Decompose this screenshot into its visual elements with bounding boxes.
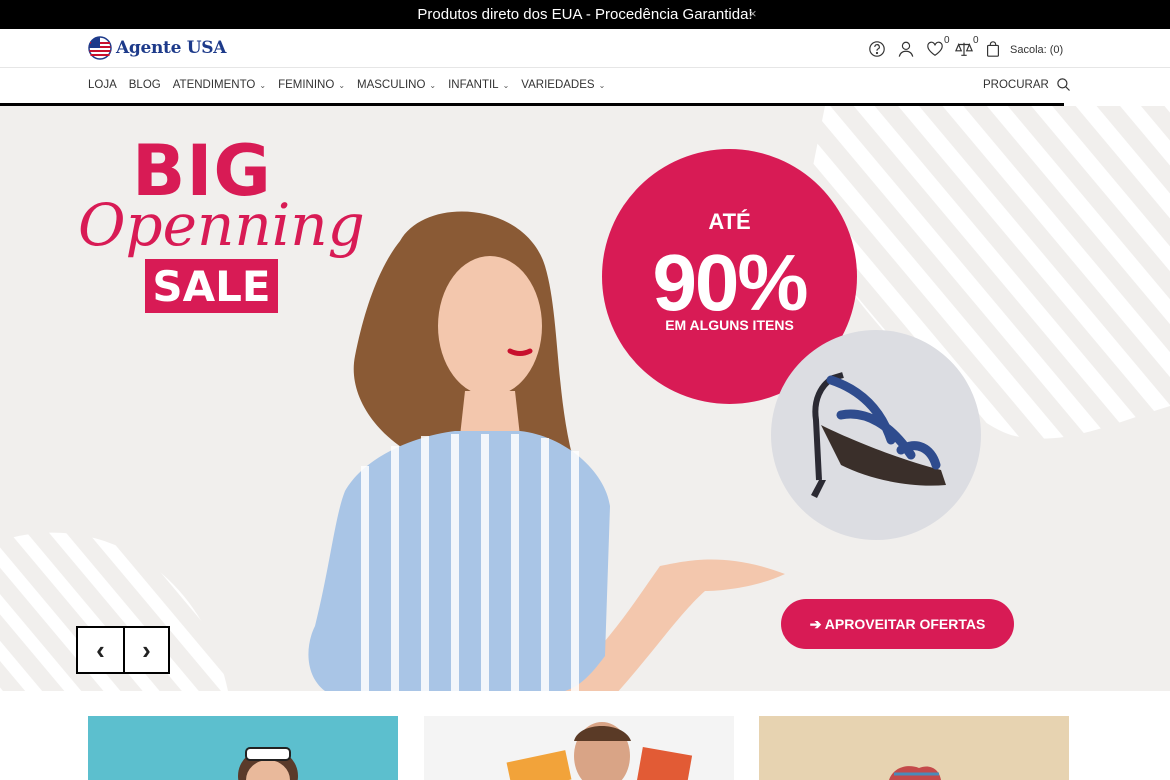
nav-item-blog[interactable]: BLOG: [129, 79, 161, 91]
nav-item-atendimento[interactable]: ATENDIMENTO ⌄: [173, 79, 266, 91]
category-image-2: [506, 722, 693, 780]
bag-label[interactable]: Sacola: (0): [1010, 44, 1063, 56]
announcement-bar: Produtos direto dos EUA - Procedência Ga…: [0, 0, 1170, 29]
header-icons: 0 0 Sacola: (0): [868, 35, 1063, 60]
promo-ate: ATÉ: [708, 209, 751, 234]
nav-item-label: ATENDIMENTO: [172, 79, 256, 91]
promo-percent: 90%: [652, 238, 808, 327]
search-label: PROCURAR: [983, 78, 1049, 91]
main-nav: LOJA BLOG ATENDIMENTO ⌄ FEMININO ⌄ MASCULINO ⌄ I…: [0, 68, 1170, 103]
nav-item-label: INFANTIL: [448, 79, 499, 91]
chevron-down-icon: ⌄: [338, 80, 346, 90]
category-image-3: [889, 766, 941, 780]
site-header: Agente USA 0 0 Sacola: (0): [0, 29, 1170, 68]
high-heel-shoe-image: [811, 372, 946, 498]
chevron-down-icon: ⌄: [429, 80, 437, 90]
nav-item-label: MASCULINO: [357, 79, 426, 91]
shop-offers-button[interactable]: ➔ APROVEITAR OFERTAS: [781, 599, 1014, 649]
category-card-2[interactable]: [424, 716, 734, 780]
bag-icon[interactable]: [984, 40, 1004, 60]
wishlist-count: 0: [944, 35, 950, 46]
chevron-down-icon: ⌄: [259, 80, 267, 90]
chevron-down-icon: ⌄: [502, 80, 510, 90]
slider-prev-button[interactable]: ‹: [78, 628, 123, 672]
help-icon[interactable]: [868, 40, 888, 60]
hero-sale-badge: SALE: [145, 259, 278, 313]
nav-item-label: BLOG: [128, 79, 161, 91]
compare-icon[interactable]: 0: [955, 35, 979, 60]
nav-item-loja[interactable]: LOJA: [88, 79, 117, 91]
search-button[interactable]: PROCURAR: [983, 77, 1071, 92]
compare-count: 0: [973, 35, 979, 46]
category-card-3[interactable]: [759, 716, 1069, 780]
slider-arrows: ‹ ›: [76, 626, 170, 674]
nav-items: LOJA BLOG ATENDIMENTO ⌄ FEMININO ⌄ MASCULINO ⌄ I…: [88, 79, 617, 91]
announcement-close-icon[interactable]: ×: [749, 6, 757, 21]
hero-slider: BIG Openning SALE ATÉ 90% EM ALGUNS ITEN…: [0, 106, 1170, 691]
shoe-image-circle: [771, 330, 981, 540]
logo[interactable]: Agente USA: [88, 36, 226, 60]
us-globe-icon: [88, 36, 112, 60]
wishlist-icon[interactable]: 0: [926, 35, 950, 60]
nav-item-label: FEMININO: [278, 79, 335, 91]
nav-item-infantil[interactable]: INFANTIL ⌄: [448, 79, 509, 91]
nav-item-feminino[interactable]: FEMININO ⌄: [278, 79, 345, 91]
nav-item-variedades[interactable]: VARIEDADES ⌄: [521, 79, 605, 91]
nav-item-masculino[interactable]: MASCULINO ⌄: [357, 79, 436, 91]
category-cards: [0, 716, 1170, 780]
search-icon: [1057, 78, 1070, 91]
logo-text: Agente USA: [116, 38, 227, 58]
nav-item-label: LOJA: [88, 79, 117, 91]
category-card-1[interactable]: [88, 716, 398, 780]
category-image-1: [238, 747, 298, 780]
nav-item-label: VARIEDADES: [521, 79, 595, 91]
chevron-down-icon: ⌄: [598, 80, 606, 90]
account-icon[interactable]: [897, 40, 917, 60]
announcement-text: Produtos direto dos EUA - Procedência Ga…: [417, 6, 753, 23]
slider-next-button[interactable]: ›: [123, 628, 168, 672]
